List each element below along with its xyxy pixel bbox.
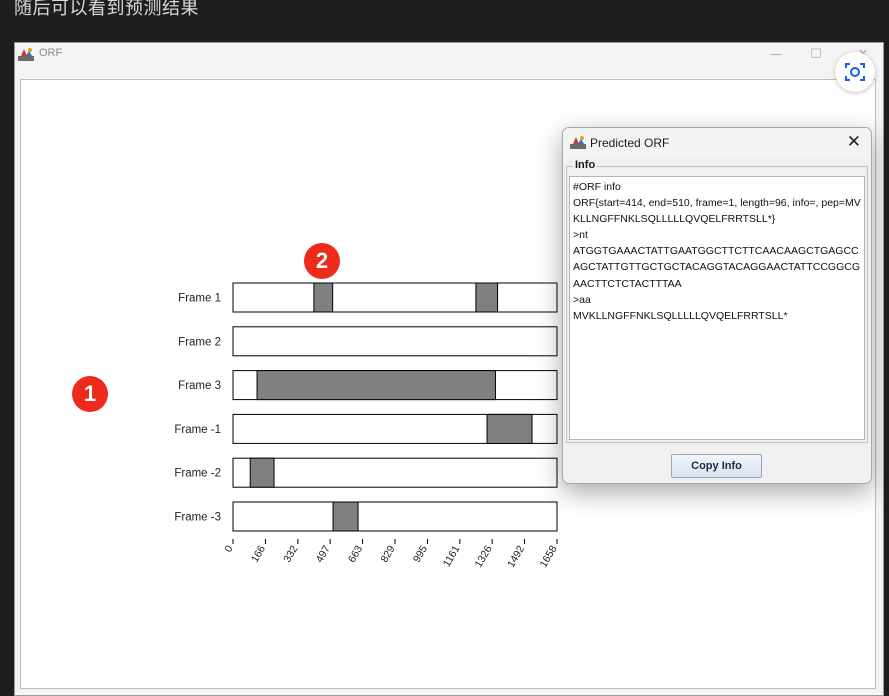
scan-lens-icon [845, 63, 865, 81]
orf-bar [249, 457, 275, 488]
orf-bar [332, 501, 359, 532]
frame-label: Frame 2 [178, 336, 221, 348]
x-tick-label: 1658 [538, 543, 560, 569]
x-tick-label: 0 [222, 543, 235, 554]
frame-label: Frame 1 [178, 293, 221, 305]
orf-info-textarea[interactable]: #ORF info ORF{start=414, end=510, frame=… [569, 176, 865, 440]
frame-label: Frame -2 [174, 468, 221, 480]
dialog-titlebar: Predicted ORF ✕ [563, 128, 871, 158]
info-group: Info #ORF info ORF{start=414, end=510, f… [566, 159, 868, 443]
window-title: ORF [39, 47, 63, 59]
orf-bar [313, 282, 334, 313]
orf-bar [475, 282, 499, 313]
frame-track [232, 282, 558, 313]
dialog-close-icon[interactable]: ✕ [847, 132, 861, 152]
predicted-orf-dialog: Predicted ORF ✕ Info #ORF info ORF{start… [562, 127, 872, 484]
x-tick-label: 1161 [441, 543, 463, 569]
x-tick-label: 829 [378, 543, 397, 564]
x-tick-label: 663 [346, 543, 365, 564]
minimize-button[interactable]: — [761, 45, 791, 65]
frame-track [232, 457, 558, 488]
annotation-badge-2: 2 [304, 243, 340, 279]
x-tick-label: 497 [314, 543, 333, 564]
orf-bar [256, 370, 496, 401]
frame-track [232, 326, 558, 357]
x-tick-label: 995 [411, 543, 430, 564]
x-tick-label: 1492 [505, 543, 527, 569]
info-group-label: Info [573, 159, 598, 171]
copy-info-button[interactable]: Copy Info [671, 454, 762, 478]
frame-label: Frame -3 [174, 512, 221, 524]
java-app-icon [18, 48, 34, 61]
maximize-button[interactable]: ☐ [801, 45, 831, 65]
java-app-icon [570, 136, 586, 149]
frame-track [232, 501, 558, 532]
page-caption: 随后可以看到预测结果 [14, 0, 199, 19]
dialog-title: Predicted ORF [590, 136, 670, 150]
frame-label: Frame 3 [178, 380, 221, 392]
frame-label: Frame -1 [174, 424, 221, 436]
scan-lens-button[interactable] [835, 52, 875, 92]
x-tick-label: 1326 [473, 543, 495, 569]
annotation-badge-1: 1 [72, 376, 108, 412]
window-titlebar: ORF — ☐ ✕ [15, 43, 883, 67]
x-tick-label: 166 [249, 543, 268, 564]
orf-bar [486, 413, 533, 444]
x-tick-label: 332 [281, 543, 300, 564]
